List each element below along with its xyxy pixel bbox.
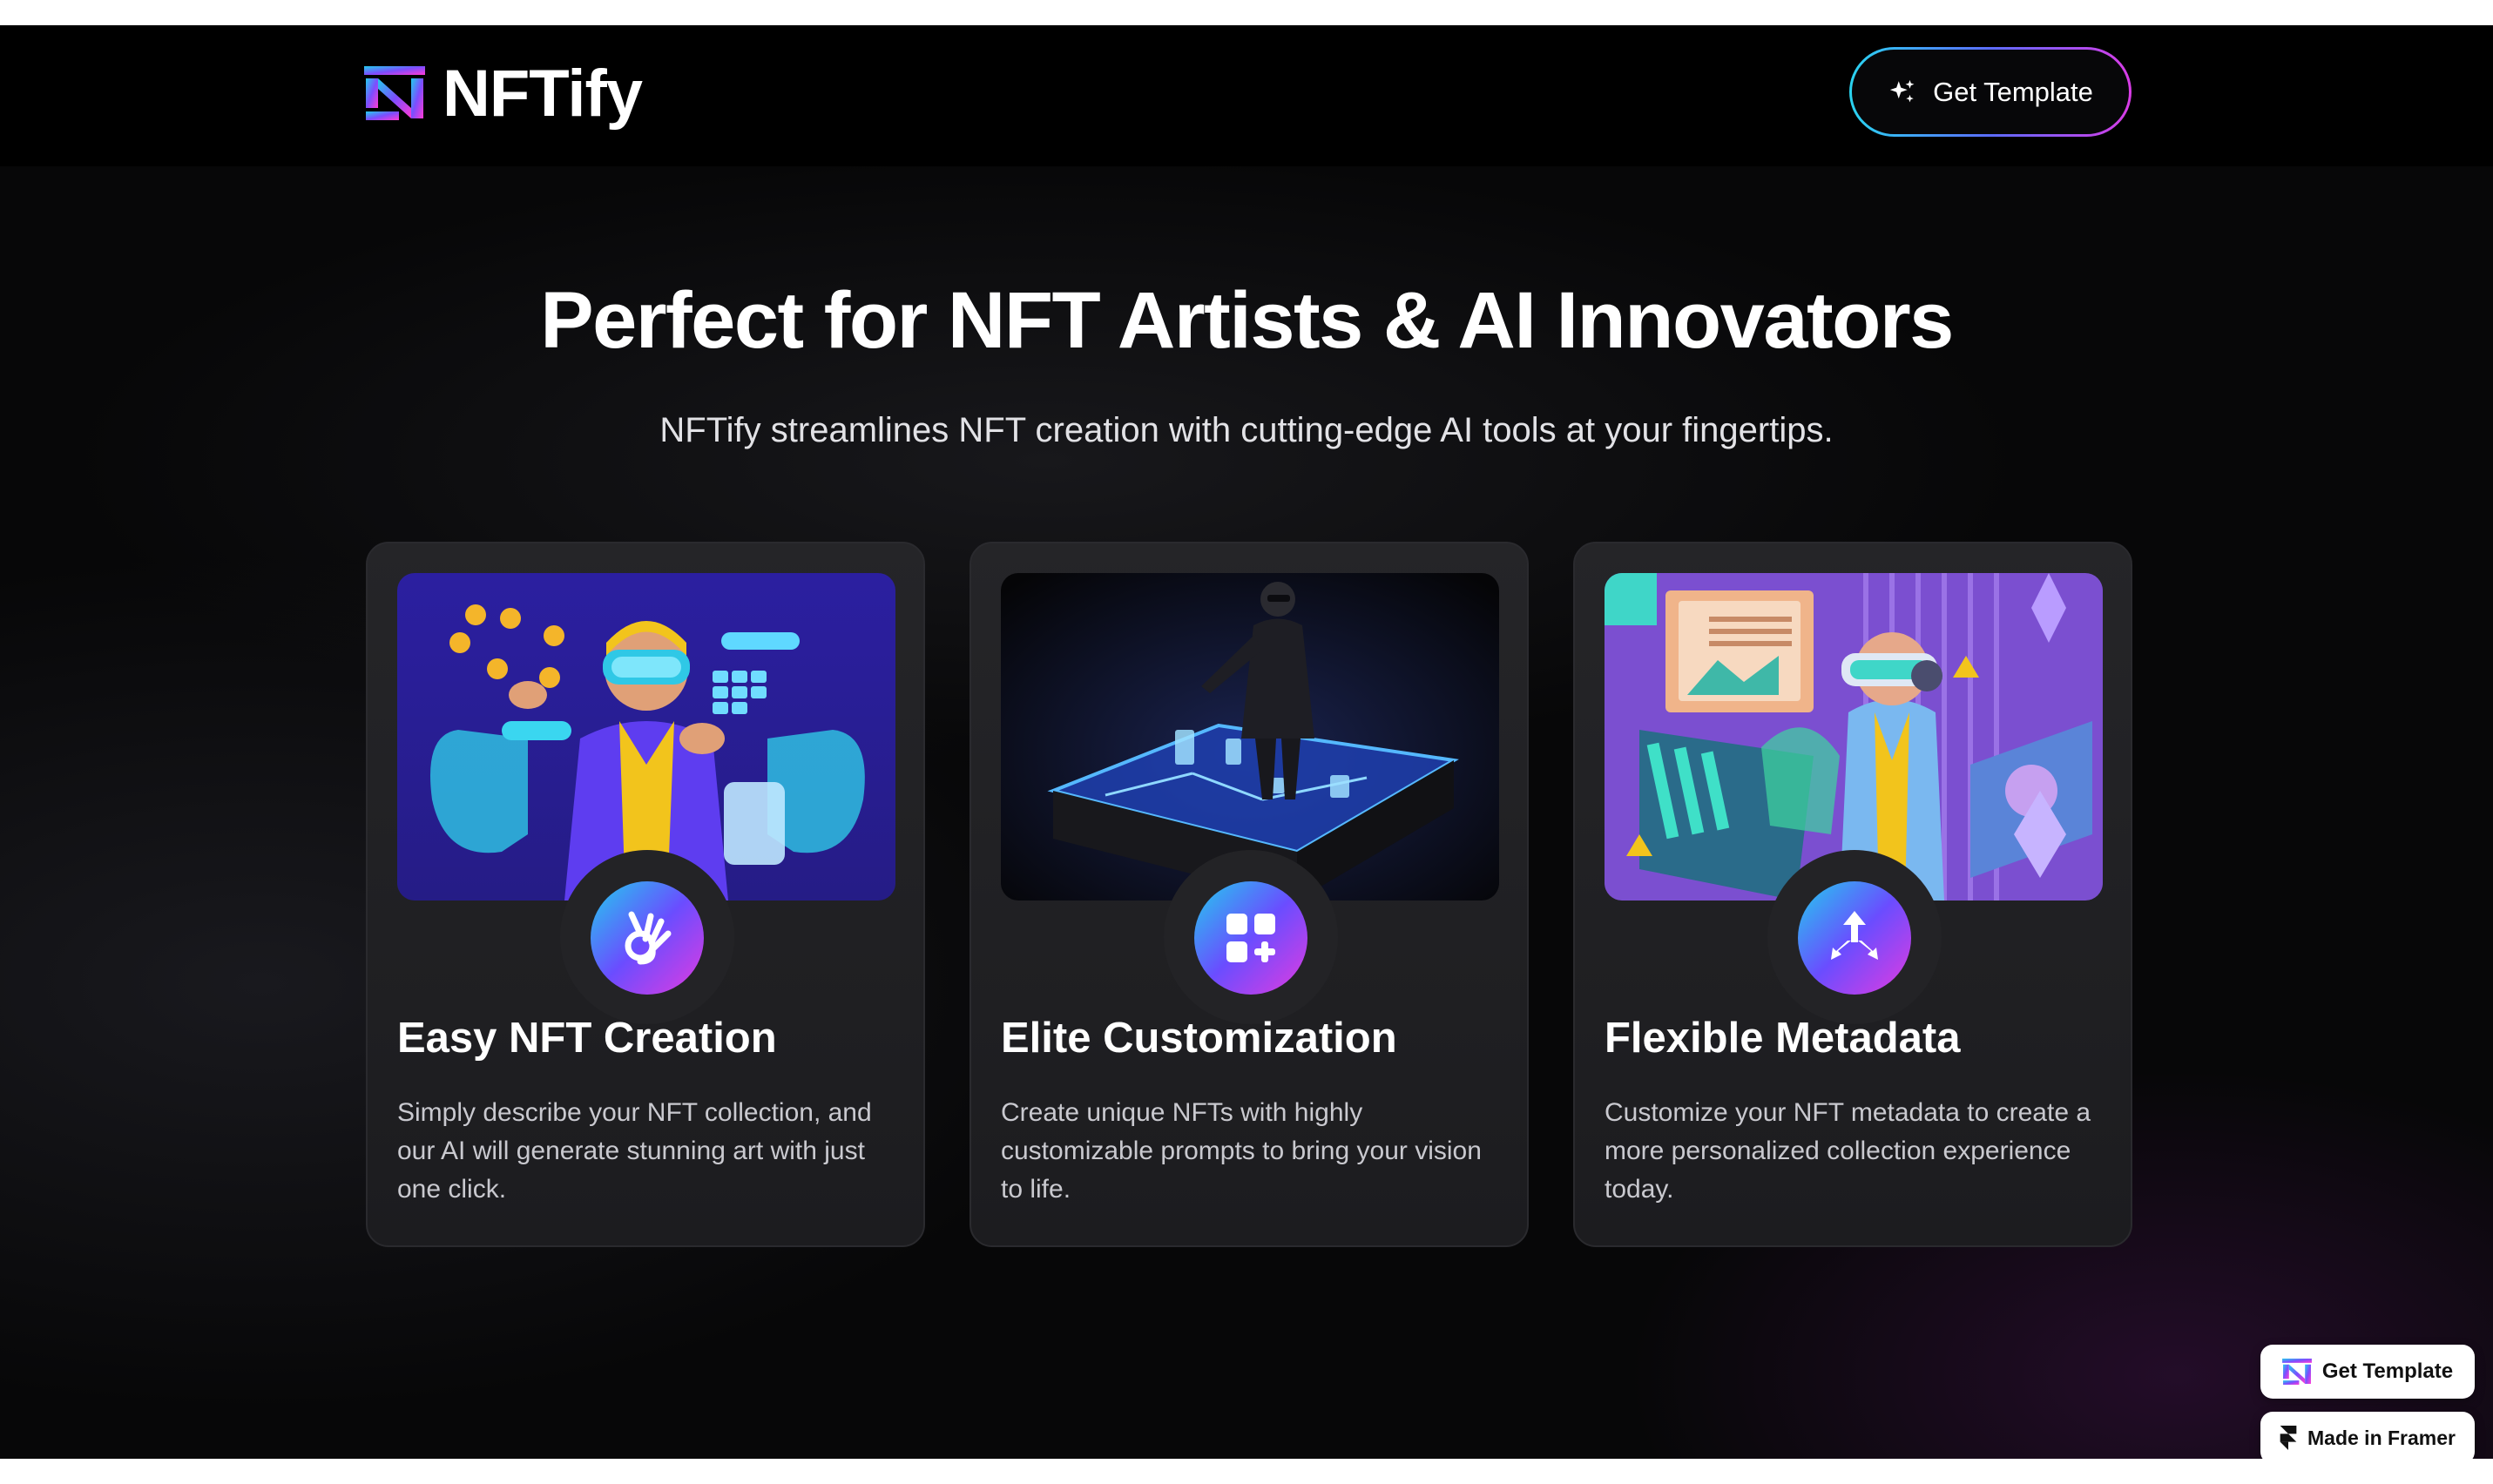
made-in-framer-button[interactable]: Made in Framer	[2260, 1412, 2475, 1459]
feature-description: Simply describe your NFT collection, and…	[397, 1098, 872, 1204]
nftify-logo-icon	[364, 66, 425, 120]
hero-title: Perfect for NFT Artists & AI Innovators	[540, 276, 1954, 365]
hero-subtitle: NFTify streamlines NFT creation with cut…	[659, 411, 1834, 449]
feature-card-easy-nft-creation: Easy NFT Creation Simply describe your N…	[366, 542, 925, 1247]
navbar: NFTify Get Template	[0, 25, 2493, 166]
split-arrows-icon	[1831, 911, 1878, 960]
brand-name: NFTify	[443, 56, 643, 131]
floating-get-template-button[interactable]: Get Template	[2260, 1345, 2475, 1399]
feature-title: Flexible Metadata	[1605, 1015, 1961, 1062]
feature-card-elite-customization: Elite Customization Create unique NFTs w…	[970, 542, 1529, 1247]
ok-hand-icon	[625, 911, 672, 965]
feature-card-flexible-metadata: Flexible Metadata Customize your NFT met…	[1573, 542, 2132, 1247]
feature-icon-badge	[591, 881, 704, 995]
framer-logo-icon	[2280, 1426, 2297, 1450]
feature-title: Elite Customization	[1001, 1015, 1397, 1062]
get-template-label: Get Template	[1933, 76, 2093, 107]
made-in-framer-label: Made in Framer	[2307, 1426, 2456, 1449]
get-template-button[interactable]: Get Template	[1849, 47, 2132, 137]
brand-logo[interactable]: NFTify	[364, 57, 643, 131]
feature-icon-badge	[1798, 881, 1911, 995]
sparkle-icon	[1889, 79, 1915, 102]
landing-page: NFTify Get Template Perfect for NFT Arti…	[0, 25, 2493, 1459]
widgets-add-icon	[1226, 914, 1275, 962]
floating-get-template-label: Get Template	[2321, 1359, 2454, 1383]
feature-description: Create unique NFTs with highly customiza…	[1001, 1098, 1482, 1204]
nftify-logo-icon	[2281, 1359, 2312, 1385]
feature-icon-badge	[1194, 881, 1307, 995]
feature-description: Customize your NFT metadata to create a …	[1605, 1098, 2091, 1204]
feature-title: Easy NFT Creation	[397, 1015, 777, 1062]
